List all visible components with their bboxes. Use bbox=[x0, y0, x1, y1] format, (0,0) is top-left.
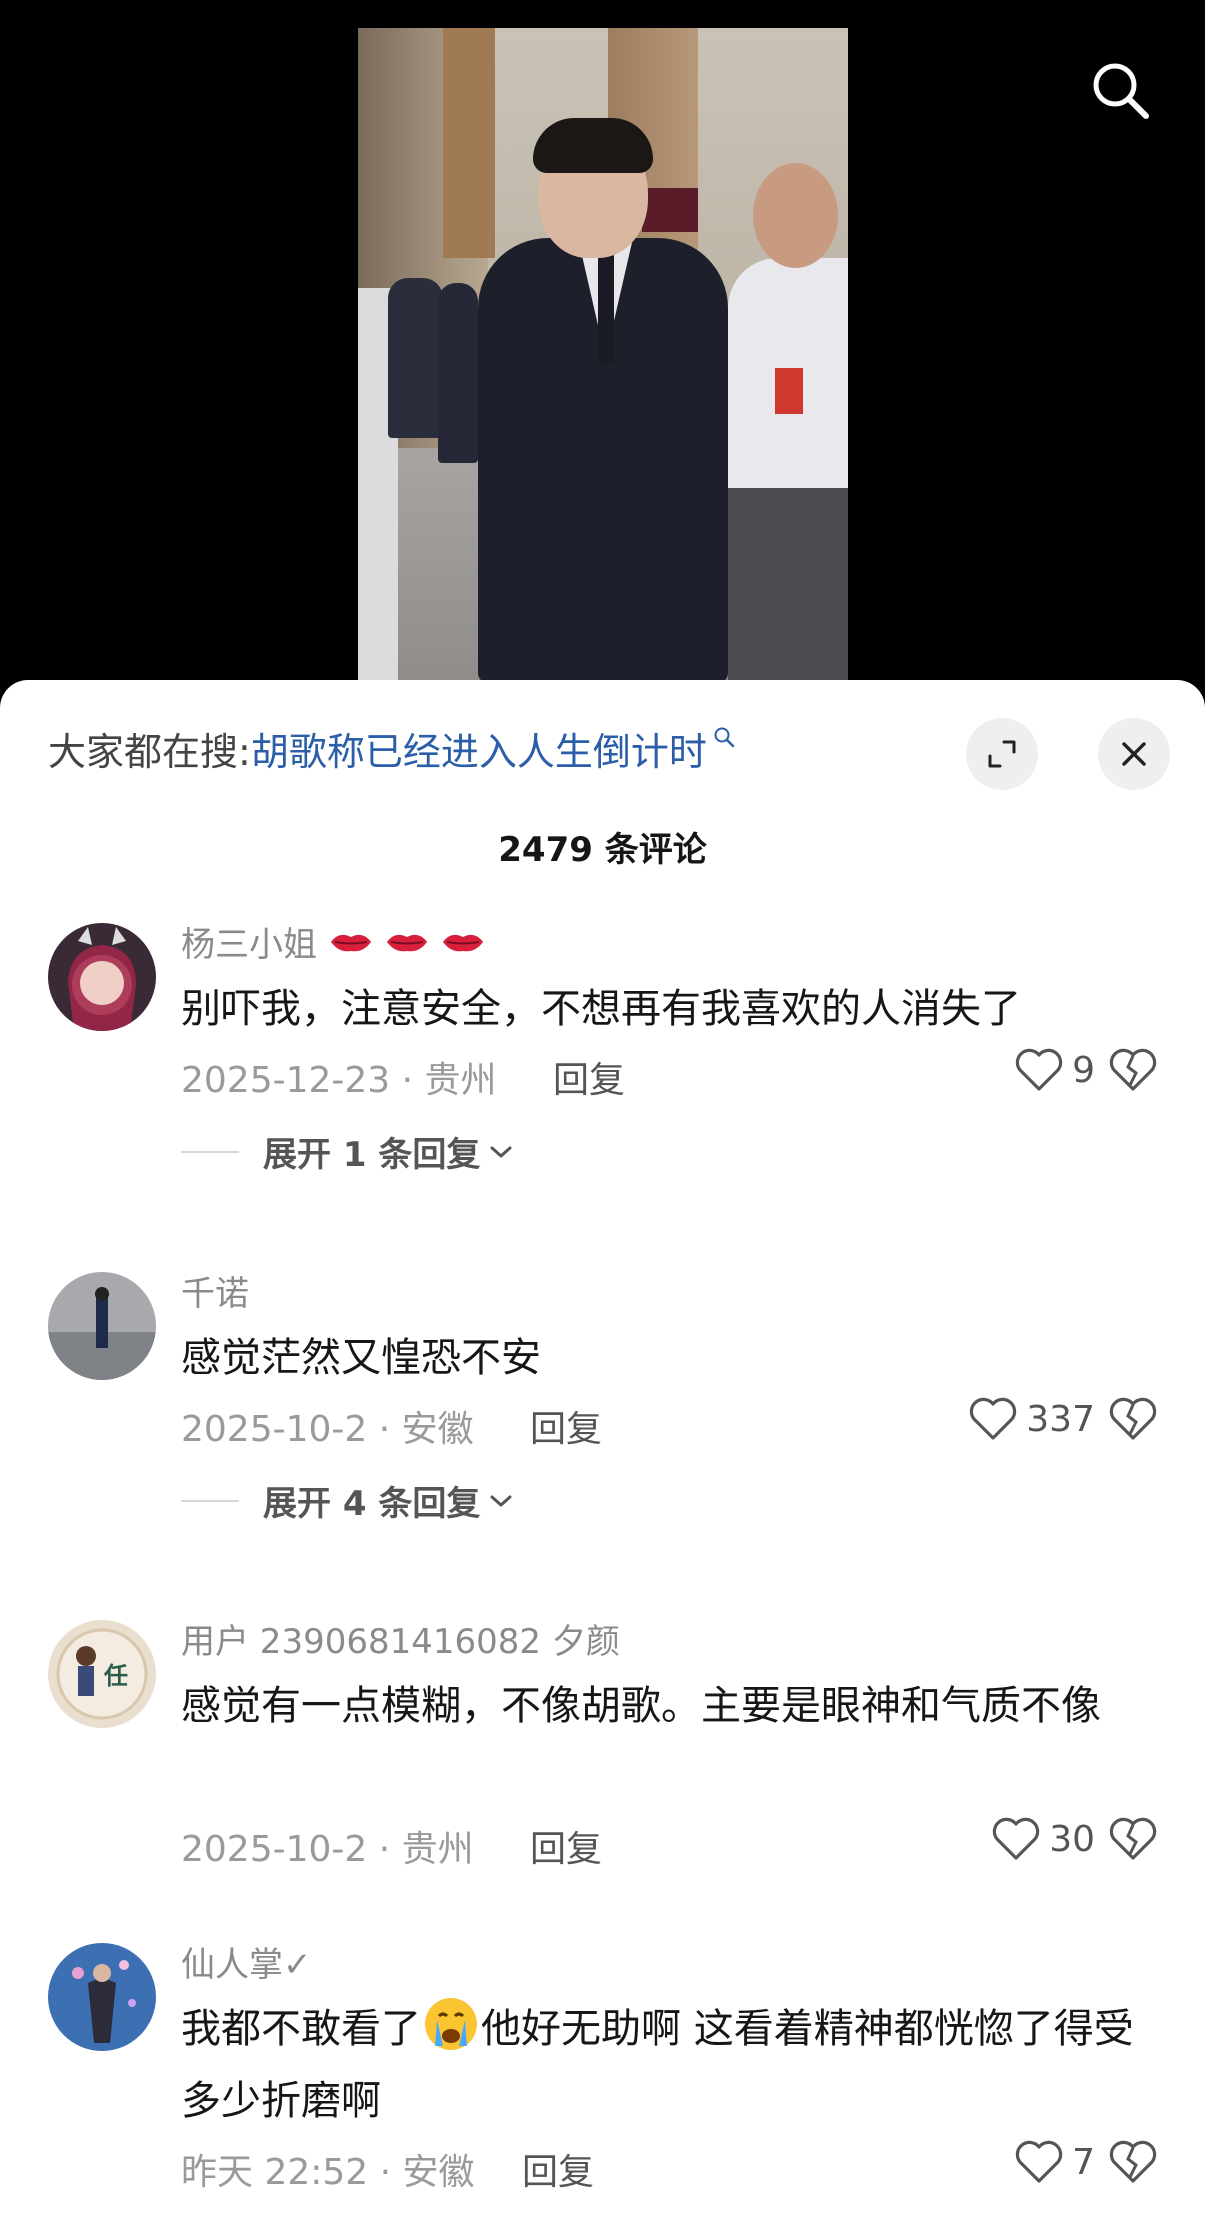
video-area bbox=[0, 0, 1205, 700]
reply-button[interactable]: 回复 bbox=[530, 1400, 602, 1452]
dislike-button[interactable] bbox=[1108, 2139, 1158, 2189]
chevron-down-icon bbox=[490, 1495, 512, 1506]
like-count: 337 bbox=[1026, 1398, 1095, 1440]
like-button[interactable]: 337 bbox=[968, 1396, 1095, 1442]
broken-heart-icon bbox=[1109, 1817, 1157, 1860]
comment-text: 感觉有一点模糊，不像胡歌。主要是眼神和气质不像 bbox=[181, 1683, 1101, 1729]
close-button[interactable] bbox=[1098, 718, 1170, 790]
username[interactable]: 用户 2390681416082 夕颜 bbox=[181, 1614, 620, 1663]
expand-panel-button[interactable] bbox=[966, 718, 1038, 790]
close-icon bbox=[1122, 742, 1146, 766]
like-button[interactable]: 30 bbox=[991, 1816, 1095, 1862]
comment-text: 感觉茫然又惶恐不安 bbox=[181, 1335, 541, 1381]
crying-face-icon bbox=[425, 1998, 477, 2050]
expand-replies-button[interactable]: 展开 1 条回复 bbox=[181, 1127, 514, 1176]
reply-button[interactable]: 回复 bbox=[522, 2143, 594, 2195]
lips-icon bbox=[331, 934, 371, 951]
broken-heart-icon bbox=[1109, 1397, 1157, 1440]
heart-icon bbox=[970, 1397, 1017, 1440]
like-count: 7 bbox=[1072, 2141, 1095, 2183]
trending-search-prefix: 大家都在搜: bbox=[48, 729, 251, 774]
heart-icon bbox=[1015, 2140, 1063, 2183]
comment-meta: 2025-10-2 · 贵州 bbox=[181, 1829, 474, 1870]
lips-icon bbox=[387, 934, 427, 951]
like-button[interactable]: 7 bbox=[1014, 2139, 1095, 2185]
comment-text: 我都不敢看了 他好无助啊 这看着精神都恍惚了得受多少折磨啊 bbox=[181, 1993, 1166, 2137]
like-button[interactable]: 9 bbox=[1014, 1047, 1095, 1093]
comment-meta: 昨天 22:52 · 安徽 bbox=[181, 2152, 475, 2193]
username[interactable]: 杨三小姐 bbox=[181, 917, 485, 966]
small-search-icon bbox=[713, 726, 735, 771]
expand-replies-button[interactable]: 展开 4 条回复 bbox=[181, 1476, 514, 1525]
avatar[interactable] bbox=[48, 1943, 156, 2051]
video-player[interactable] bbox=[358, 28, 848, 683]
dislike-button[interactable] bbox=[1108, 1047, 1158, 1097]
comment-meta: 2025-10-2 · 安徽 bbox=[181, 1409, 474, 1450]
avatar[interactable] bbox=[48, 1272, 156, 1380]
reply-button[interactable]: 回复 bbox=[530, 1820, 602, 1872]
username[interactable]: 仙人掌✓ bbox=[181, 1937, 312, 1986]
broken-heart-icon bbox=[1109, 2140, 1157, 2183]
dislike-button[interactable] bbox=[1108, 1396, 1158, 1446]
dislike-button[interactable] bbox=[1108, 1816, 1158, 1866]
like-count: 30 bbox=[1049, 1818, 1095, 1860]
chevron-down-icon bbox=[490, 1146, 512, 1157]
avatar[interactable] bbox=[48, 923, 156, 1031]
comment-count: 2479 条评论 bbox=[498, 830, 707, 870]
comment-meta: 2025-12-23 · 贵州 bbox=[181, 1060, 497, 1101]
trending-search: 大家都在搜: 胡歌称已经进入人生倒计时 bbox=[48, 720, 735, 776]
lips-icon bbox=[443, 934, 483, 951]
heart-icon bbox=[992, 1817, 1040, 1860]
trending-search-term[interactable]: 胡歌称已经进入人生倒计时 bbox=[251, 721, 707, 776]
broken-heart-icon bbox=[1109, 1048, 1157, 1091]
heart-icon bbox=[1015, 1048, 1063, 1091]
expand-icon bbox=[988, 740, 1016, 768]
like-count: 9 bbox=[1072, 1049, 1095, 1091]
search-icon[interactable] bbox=[1088, 58, 1152, 122]
comment-panel: 大家都在搜: 胡歌称已经进入人生倒计时 2479 条评论 杨三小姐 别吓我，注意… bbox=[0, 680, 1205, 2234]
avatar[interactable]: 任 bbox=[48, 1620, 156, 1728]
svg-text:任: 任 bbox=[103, 1662, 128, 1690]
reply-button[interactable]: 回复 bbox=[553, 1051, 625, 1103]
comment-text: 别吓我，注意安全，不想再有我喜欢的人消失了 bbox=[181, 986, 1021, 1032]
username[interactable]: 千诺 bbox=[181, 1266, 249, 1315]
